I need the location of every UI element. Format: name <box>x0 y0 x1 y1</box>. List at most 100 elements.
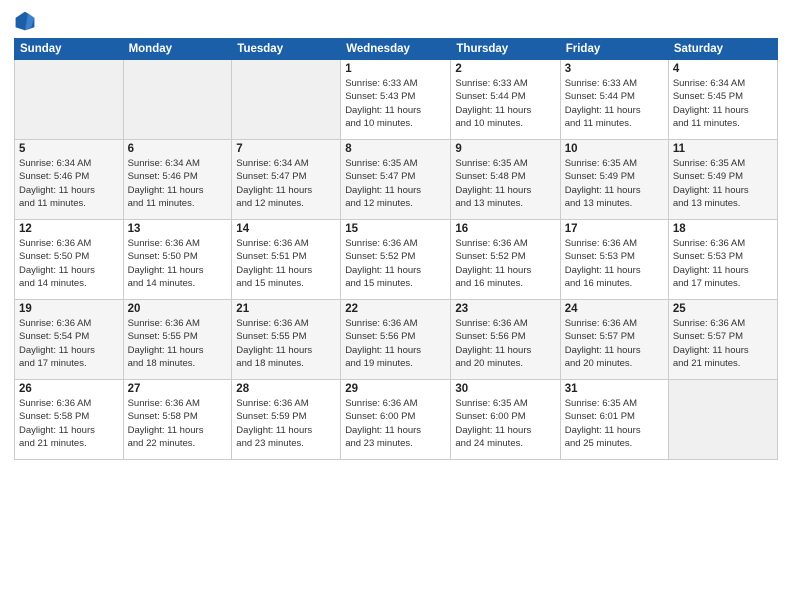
day-info: Sunrise: 6:36 AMSunset: 5:56 PMDaylight:… <box>455 317 555 370</box>
calendar-cell: 2 Sunrise: 6:33 AMSunset: 5:44 PMDaylight… <box>451 60 560 140</box>
day-info: Sunrise: 6:36 AMSunset: 5:59 PMDaylight:… <box>236 397 336 450</box>
day-number: 29 <box>345 383 446 395</box>
calendar-week-row: 1 Sunrise: 6:33 AMSunset: 5:43 PMDaylight… <box>15 60 778 140</box>
day-info: Sunrise: 6:34 AMSunset: 5:46 PMDaylight:… <box>128 157 228 210</box>
calendar-cell: 31Sunrise: 6:35 AMSunset: 6:01 PMDayligh… <box>560 380 668 460</box>
day-number: 12 <box>19 223 119 235</box>
calendar-cell: 27 Sunrise: 6:36 AMSunset: 5:58 PMDayligh… <box>123 380 232 460</box>
day-info: Sunrise: 6:36 AMSunset: 5:55 PMDaylight:… <box>236 317 336 370</box>
calendar-cell: 25 Sunrise: 6:36 AMSunset: 5:57 PMDayligh… <box>668 300 777 380</box>
day-info: Sunrise: 6:36 AMSunset: 5:54 PMDaylight:… <box>19 317 119 370</box>
calendar-cell: 11 Sunrise: 6:35 AMSunset: 5:49 PMDayligh… <box>668 140 777 220</box>
day-info: Sunrise: 6:36 AMSunset: 5:52 PMDaylight:… <box>455 237 555 290</box>
calendar-cell: 22 Sunrise: 6:36 AMSunset: 5:56 PMDayligh… <box>341 300 451 380</box>
day-info: Sunrise: 6:36 AMSunset: 5:57 PMDaylight:… <box>673 317 773 370</box>
day-number: 17 <box>565 223 664 235</box>
day-info: Sunrise: 6:35 AMSunset: 6:00 PMDaylight:… <box>455 397 555 450</box>
day-info: Sunrise: 6:36 AMSunset: 5:58 PMDaylight:… <box>19 397 119 450</box>
header <box>14 10 778 32</box>
calendar-cell: 10 Sunrise: 6:35 AMSunset: 5:49 PMDayligh… <box>560 140 668 220</box>
day-number: 5 <box>19 143 119 155</box>
calendar-cell: 14 Sunrise: 6:36 AMSunset: 5:51 PMDayligh… <box>232 220 341 300</box>
day-info: Sunrise: 6:35 AMSunset: 5:49 PMDaylight:… <box>565 157 664 210</box>
calendar-cell <box>232 60 341 140</box>
day-number: 15 <box>345 223 446 235</box>
calendar-cell: 5 Sunrise: 6:34 AMSunset: 5:46 PMDaylight… <box>15 140 124 220</box>
calendar-cell: 16 Sunrise: 6:36 AMSunset: 5:52 PMDayligh… <box>451 220 560 300</box>
day-number: 10 <box>565 143 664 155</box>
day-info: Sunrise: 6:36 AMSunset: 5:56 PMDaylight:… <box>345 317 446 370</box>
calendar-cell: 4 Sunrise: 6:34 AMSunset: 5:45 PMDaylight… <box>668 60 777 140</box>
day-number: 20 <box>128 303 228 315</box>
page: SundayMondayTuesdayWednesdayThursdayFrid… <box>0 0 792 612</box>
calendar-cell: 3Sunrise: 6:33 AMSunset: 5:44 PMDaylight… <box>560 60 668 140</box>
day-info: Sunrise: 6:35 AMSunset: 5:49 PMDaylight:… <box>673 157 773 210</box>
column-header-saturday: Saturday <box>668 39 777 60</box>
day-info: Sunrise: 6:34 AMSunset: 5:46 PMDaylight:… <box>19 157 119 210</box>
calendar-cell: 28 Sunrise: 6:36 AMSunset: 5:59 PMDayligh… <box>232 380 341 460</box>
day-info: Sunrise: 6:36 AMSunset: 5:57 PMDaylight:… <box>565 317 664 370</box>
calendar-table: SundayMondayTuesdayWednesdayThursdayFrid… <box>14 38 778 460</box>
day-number: 22 <box>345 303 446 315</box>
calendar-cell: 24 Sunrise: 6:36 AMSunset: 5:57 PMDayligh… <box>560 300 668 380</box>
day-number: 14 <box>236 223 336 235</box>
calendar-cell: 20 Sunrise: 6:36 AMSunset: 5:55 PMDayligh… <box>123 300 232 380</box>
day-info: Sunrise: 6:33 AMSunset: 5:44 PMDaylight:… <box>565 77 664 130</box>
day-info: Sunrise: 6:36 AMSunset: 5:53 PMDaylight:… <box>565 237 664 290</box>
day-number: 8 <box>345 143 446 155</box>
calendar-cell: 6 Sunrise: 6:34 AMSunset: 5:46 PMDaylight… <box>123 140 232 220</box>
calendar-cell: 1 Sunrise: 6:33 AMSunset: 5:43 PMDaylight… <box>341 60 451 140</box>
day-number: 24 <box>565 303 664 315</box>
calendar-cell: 23 Sunrise: 6:36 AMSunset: 5:56 PMDayligh… <box>451 300 560 380</box>
day-info: Sunrise: 6:36 AMSunset: 5:58 PMDaylight:… <box>128 397 228 450</box>
logo <box>14 10 40 32</box>
day-number: 6 <box>128 143 228 155</box>
day-number: 16 <box>455 223 555 235</box>
calendar-cell: 19Sunrise: 6:36 AMSunset: 5:54 PMDayligh… <box>15 300 124 380</box>
day-number: 27 <box>128 383 228 395</box>
calendar-week-row: 19Sunrise: 6:36 AMSunset: 5:54 PMDayligh… <box>15 300 778 380</box>
day-info: Sunrise: 6:34 AMSunset: 5:45 PMDaylight:… <box>673 77 773 130</box>
day-info: Sunrise: 6:36 AMSunset: 5:52 PMDaylight:… <box>345 237 446 290</box>
calendar-cell: 13Sunrise: 6:36 AMSunset: 5:50 PMDayligh… <box>123 220 232 300</box>
day-number: 28 <box>236 383 336 395</box>
day-info: Sunrise: 6:36 AMSunset: 5:51 PMDaylight:… <box>236 237 336 290</box>
day-info: Sunrise: 6:33 AMSunset: 5:43 PMDaylight:… <box>345 77 446 130</box>
day-info: Sunrise: 6:36 AMSunset: 5:55 PMDaylight:… <box>128 317 228 370</box>
day-number: 4 <box>673 63 773 75</box>
column-header-thursday: Thursday <box>451 39 560 60</box>
day-info: Sunrise: 6:35 AMSunset: 5:47 PMDaylight:… <box>345 157 446 210</box>
logo-icon <box>14 10 36 32</box>
day-number: 2 <box>455 63 555 75</box>
calendar-cell: 15 Sunrise: 6:36 AMSunset: 5:52 PMDayligh… <box>341 220 451 300</box>
day-info: Sunrise: 6:33 AMSunset: 5:44 PMDaylight:… <box>455 77 555 130</box>
day-info: Sunrise: 6:36 AMSunset: 5:53 PMDaylight:… <box>673 237 773 290</box>
day-info: Sunrise: 6:36 AMSunset: 5:50 PMDaylight:… <box>19 237 119 290</box>
calendar-week-row: 5 Sunrise: 6:34 AMSunset: 5:46 PMDaylight… <box>15 140 778 220</box>
day-number: 13 <box>128 223 228 235</box>
day-number: 11 <box>673 143 773 155</box>
day-number: 26 <box>19 383 119 395</box>
day-number: 1 <box>345 63 446 75</box>
column-header-wednesday: Wednesday <box>341 39 451 60</box>
calendar-cell: 12 Sunrise: 6:36 AMSunset: 5:50 PMDayligh… <box>15 220 124 300</box>
column-header-sunday: Sunday <box>15 39 124 60</box>
column-header-tuesday: Tuesday <box>232 39 341 60</box>
calendar-cell: 7Sunrise: 6:34 AMSunset: 5:47 PMDaylight… <box>232 140 341 220</box>
calendar-cell <box>15 60 124 140</box>
calendar-cell: 8 Sunrise: 6:35 AMSunset: 5:47 PMDaylight… <box>341 140 451 220</box>
day-number: 9 <box>455 143 555 155</box>
calendar-cell: 26 Sunrise: 6:36 AMSunset: 5:58 PMDayligh… <box>15 380 124 460</box>
day-number: 25 <box>673 303 773 315</box>
calendar-header-row: SundayMondayTuesdayWednesdayThursdayFrid… <box>15 39 778 60</box>
day-number: 31 <box>565 383 664 395</box>
calendar-cell: 9Sunrise: 6:35 AMSunset: 5:48 PMDaylight… <box>451 140 560 220</box>
calendar-cell <box>123 60 232 140</box>
day-info: Sunrise: 6:36 AMSunset: 6:00 PMDaylight:… <box>345 397 446 450</box>
day-number: 23 <box>455 303 555 315</box>
day-number: 30 <box>455 383 555 395</box>
calendar-week-row: 26 Sunrise: 6:36 AMSunset: 5:58 PMDayligh… <box>15 380 778 460</box>
column-header-friday: Friday <box>560 39 668 60</box>
calendar-cell: 18Sunrise: 6:36 AMSunset: 5:53 PMDayligh… <box>668 220 777 300</box>
day-number: 7 <box>236 143 336 155</box>
